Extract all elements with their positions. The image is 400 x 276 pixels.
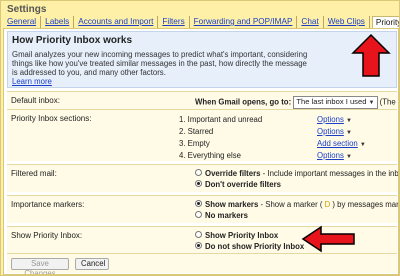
hide-priority-inbox-radio[interactable] xyxy=(195,242,202,250)
show-priority-inbox-text: Show Priority Inbox xyxy=(205,231,279,240)
hide-priority-inbox-text: Do not show Priority Inbox xyxy=(205,242,305,251)
importance-markers-row: Importance markers: Show markers - Show … xyxy=(7,195,399,223)
chevron-down-icon: ▼ xyxy=(346,130,352,136)
tab-accounts-and-import[interactable]: Accounts and Import xyxy=(74,16,159,28)
tab-labels[interactable]: Labels xyxy=(41,16,75,28)
override-filters-desc: - Include important messages in the inbo… xyxy=(262,169,399,178)
override-filters-radio[interactable] xyxy=(195,169,202,177)
override-filters-option[interactable]: Override filters - Include important mes… xyxy=(195,169,399,178)
tab-chat[interactable]: Chat xyxy=(297,16,324,28)
show-priority-inbox-radio[interactable] xyxy=(195,231,202,239)
no-markers-text: No markers xyxy=(205,211,248,220)
show-markers-option[interactable]: Show markers - Show a marker ( D ) by me… xyxy=(195,200,399,209)
default-inbox-prefix: When Gmail opens, go to: xyxy=(195,97,292,107)
cancel-button[interactable]: Cancel xyxy=(75,258,109,270)
default-inbox-row: Default inbox: When Gmail opens, go to: … xyxy=(7,91,398,109)
importance-markers-label: Importance markers: xyxy=(11,200,85,209)
show-priority-inbox-option[interactable]: Show Priority Inbox xyxy=(195,231,278,240)
settings-tabs: General Labels Accounts and Import Filte… xyxy=(3,16,399,28)
tab-web-clips[interactable]: Web Clips xyxy=(324,16,370,28)
dont-override-filters-text: Don't override filters xyxy=(205,180,281,189)
section-options-4[interactable]: Options ▼ xyxy=(317,151,352,160)
chevron-down-icon: ▼ xyxy=(346,154,352,160)
no-markers-option[interactable]: No markers xyxy=(195,211,248,220)
importance-marker-icon: D xyxy=(322,200,333,209)
section-options-1[interactable]: Options ▼ xyxy=(317,115,352,124)
show-markers-desc-before: - Show a marker ( xyxy=(258,200,323,209)
settings-frame: Settings General Labels Accounts and Imp… xyxy=(0,0,400,276)
section-options-2[interactable]: Options ▼ xyxy=(317,127,352,136)
how-priority-inbox-box: How Priority Inbox works Gmail analyzes … xyxy=(7,31,397,88)
tab-forwarding-pop-imap[interactable]: Forwarding and POP/IMAP xyxy=(190,16,298,28)
settings-title: Settings xyxy=(7,4,47,15)
chevron-down-icon: ▼ xyxy=(346,118,352,124)
default-inbox-control: When Gmail opens, go to: The last inbox … xyxy=(195,96,398,109)
show-markers-text: Show markers xyxy=(205,200,259,209)
no-markers-radio[interactable] xyxy=(195,211,202,219)
section-item-2: 2. Starred xyxy=(179,127,214,136)
priority-sections-label: Priority Inbox sections: xyxy=(11,114,92,123)
hide-priority-inbox-option[interactable]: Do not show Priority Inbox xyxy=(195,242,304,251)
dont-override-filters-option[interactable]: Don't override filters xyxy=(195,180,281,189)
priority-sections-row: Priority Inbox sections: 1. Important an… xyxy=(7,109,397,161)
tab-general[interactable]: General xyxy=(3,16,42,28)
section-add-3[interactable]: Add section ▼ xyxy=(317,139,366,148)
section-item-4: 4. Everything else xyxy=(179,151,241,160)
left-arrow-icon xyxy=(301,225,355,253)
default-inbox-label: Default inbox: xyxy=(11,96,60,105)
settings-footer: Save Changes Cancel xyxy=(7,253,397,274)
filtered-mail-row: Filtered mail: Override filters - Includ… xyxy=(7,164,399,192)
tab-filters[interactable]: Filters xyxy=(158,16,190,28)
show-priority-inbox-label: Show Priority Inbox: xyxy=(11,231,83,240)
chevron-down-icon: ▼ xyxy=(368,100,375,106)
show-markers-radio[interactable] xyxy=(195,200,202,208)
show-markers-desc-after: ) by messages marked as i xyxy=(332,200,399,209)
tab-priority-inbox[interactable]: Priority Inbox xyxy=(371,16,399,28)
override-filters-text: Override filters xyxy=(205,169,261,178)
default-inbox-suffix: (The unread xyxy=(379,97,398,107)
save-changes-button[interactable]: Save Changes xyxy=(11,258,69,274)
how-box-description: Gmail analyzes your new incoming message… xyxy=(12,50,308,77)
section-item-1: 1. Important and unread xyxy=(179,115,263,124)
default-inbox-select-value: The last inbox I used xyxy=(296,97,367,106)
chevron-down-icon: ▼ xyxy=(359,142,366,148)
section-item-3: 3. Empty xyxy=(179,139,210,148)
default-inbox-select[interactable]: The last inbox I used ▼ xyxy=(293,96,378,109)
dont-override-filters-radio[interactable] xyxy=(195,180,202,188)
filtered-mail-label: Filtered mail: xyxy=(11,169,57,178)
up-arrow-icon xyxy=(351,33,391,77)
how-box-title: How Priority Inbox works xyxy=(12,35,133,46)
learn-more-link[interactable]: Learn more xyxy=(12,77,52,86)
